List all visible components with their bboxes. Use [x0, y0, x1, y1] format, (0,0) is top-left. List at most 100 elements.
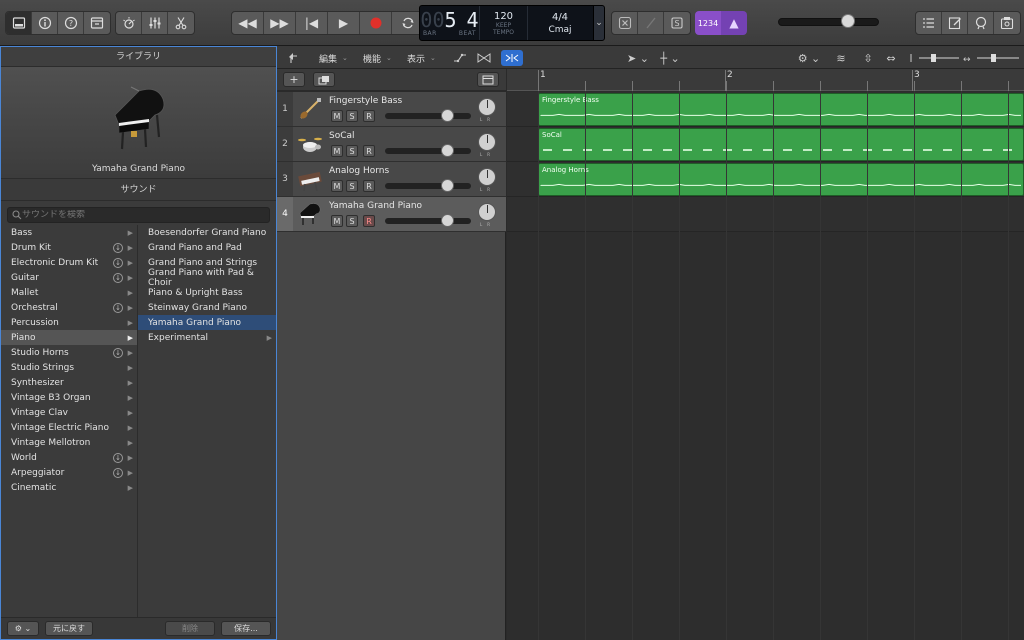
region[interactable]: SoCal [538, 128, 1024, 161]
toolbar-button[interactable] [84, 12, 110, 34]
mute-button[interactable]: M [331, 110, 343, 122]
snap-filter-button[interactable] [501, 50, 523, 66]
tuner-button[interactable] [638, 12, 664, 34]
track-volume-knob[interactable] [441, 214, 454, 227]
category-item[interactable]: Piano ▶ [1, 330, 137, 345]
lcd-display[interactable]: 005 4 BAR BEAT 120 KEEP TEMPO 4/4 Cmaj [419, 5, 604, 41]
category-item[interactable]: Vintage Mellotron ▶ [1, 435, 137, 450]
download-icon[interactable]: ↓ [113, 272, 123, 283]
region[interactable]: Fingerstyle Bass [538, 93, 1024, 126]
patch-item[interactable]: Steinway Grand Piano [138, 300, 276, 315]
region[interactable]: Analog Horns [538, 163, 1024, 196]
category-item[interactable]: Synthesizer ▶ [1, 375, 137, 390]
patch-item[interactable]: Piano & Upright Bass [138, 285, 276, 300]
play-button[interactable]: ▶ [328, 12, 360, 34]
track-pan-knob[interactable] [478, 98, 496, 116]
bar-ruler[interactable]: 1 2 3 [507, 69, 1024, 91]
track-header[interactable]: 4 Yamaha Grand Piano M S R LR [277, 197, 506, 232]
category-item[interactable]: Vintage Electric Piano ▶ [1, 420, 137, 435]
replace-button[interactable] [612, 12, 638, 34]
track-volume-knob[interactable] [441, 179, 454, 192]
category-item[interactable]: Orchestral ↓ ▶ [1, 300, 137, 315]
track-header[interactable]: 2 SoCal M S R LR [277, 127, 506, 162]
save-button[interactable]: 保存... [221, 621, 271, 636]
lcd-mode-dropdown[interactable]: ⌄ [593, 5, 605, 41]
flex-button[interactable] [473, 50, 495, 66]
track-volume-slider[interactable] [385, 214, 471, 227]
duplicate-track-button[interactable] [313, 72, 335, 87]
vertical-fit-button[interactable]: ⇳ [857, 50, 879, 66]
solo-button[interactable]: S [346, 180, 358, 192]
patch-item[interactable]: Grand Piano with Pad & Choir [138, 268, 276, 288]
list-editors-button[interactable] [916, 12, 942, 34]
edit-menu[interactable]: 編集 ⌄ [319, 51, 348, 65]
patch-item[interactable]: Boesendorfer Grand Piano [138, 225, 276, 240]
drum-kit-icon[interactable] [297, 131, 323, 157]
solo-mode-button[interactable]: S [664, 12, 690, 34]
solo-button[interactable]: S [346, 215, 358, 227]
revert-button[interactable]: 元に戻す [45, 621, 93, 636]
vertical-zoom-slider[interactable] [907, 50, 961, 66]
patch-item[interactable]: Grand Piano and Pad [138, 240, 276, 255]
smart-controls-button[interactable] [116, 12, 142, 34]
track-header[interactable]: 1 Fingerstyle Bass M S R LR [277, 92, 506, 127]
settings-menu[interactable]: ⚙ ⌄ [795, 50, 823, 66]
add-track-button[interactable]: + [283, 72, 305, 87]
bass-guitar-icon[interactable] [297, 96, 323, 122]
download-icon[interactable]: ↓ [113, 452, 123, 463]
catch-playhead-button[interactable] [283, 50, 305, 66]
automation-button[interactable] [449, 50, 471, 66]
category-item[interactable]: Mallet ▶ [1, 285, 137, 300]
mute-button[interactable]: M [331, 180, 343, 192]
fast-forward-button[interactable]: ▶▶ [264, 12, 296, 34]
master-volume-slider[interactable] [778, 14, 879, 28]
track-volume-knob[interactable] [441, 144, 454, 157]
track-name[interactable]: Analog Horns [329, 166, 389, 176]
metronome-button[interactable]: ▲ [721, 11, 747, 35]
count-in-button[interactable]: 1234 [695, 11, 721, 35]
category-item[interactable]: Arpeggiator ↓ ▶ [1, 465, 137, 480]
library-button[interactable] [6, 12, 32, 34]
command-click-tool-menu[interactable]: ┼ ⌄ [655, 50, 685, 66]
track-pan-knob[interactable] [478, 203, 496, 221]
record-enable-button[interactable]: R [363, 110, 375, 122]
grand-piano-icon[interactable] [297, 201, 323, 227]
horizontal-zoom-slider[interactable]: ↔ [963, 50, 1021, 66]
download-icon[interactable]: ↓ [113, 257, 123, 268]
category-item[interactable]: World ↓ ▶ [1, 450, 137, 465]
record-enable-button[interactable]: R [363, 215, 375, 227]
library-action-menu[interactable]: ⚙ ⌄ [7, 621, 39, 636]
track-header[interactable]: 3 Analog Horns M S R LR [277, 162, 506, 197]
category-item[interactable]: Guitar ↓ ▶ [1, 270, 137, 285]
functions-menu[interactable]: 機能 ⌄ [363, 51, 392, 65]
download-icon[interactable]: ↓ [113, 467, 123, 478]
patch-item[interactable]: Experimental ▶ [138, 330, 276, 345]
category-item[interactable]: Percussion ▶ [1, 315, 137, 330]
global-tracks-button[interactable] [477, 72, 499, 87]
horizontal-fit-button[interactable]: ⇔ [880, 50, 902, 66]
synth-keyboard-icon[interactable] [297, 166, 323, 192]
delete-button[interactable]: 削除 [165, 621, 215, 636]
waveform-zoom-button[interactable]: ≋ [830, 50, 852, 66]
track-pan-knob[interactable] [478, 133, 496, 151]
go-to-beginning-button[interactable]: |◀ [296, 12, 328, 34]
track-volume-slider[interactable] [385, 144, 471, 157]
solo-button[interactable]: S [346, 110, 358, 122]
mixer-button[interactable] [142, 12, 168, 34]
left-click-tool-menu[interactable]: ➤ ⌄ [623, 50, 653, 66]
browser-button[interactable] [994, 12, 1020, 34]
track-name[interactable]: Fingerstyle Bass [329, 96, 402, 106]
rewind-button[interactable]: ◀◀ [232, 12, 264, 34]
track-name[interactable]: Yamaha Grand Piano [329, 201, 422, 211]
solo-button[interactable]: S [346, 145, 358, 157]
record-enable-button[interactable]: R [363, 180, 375, 192]
download-icon[interactable]: ↓ [113, 242, 123, 253]
category-item[interactable]: Vintage Clav ▶ [1, 405, 137, 420]
track-volume-slider[interactable] [385, 109, 471, 122]
track-name[interactable]: SoCal [329, 131, 355, 141]
category-item[interactable]: Studio Strings ▶ [1, 360, 137, 375]
track-volume-slider[interactable] [385, 179, 471, 192]
lcd-tempo[interactable]: 120 KEEP TEMPO [480, 6, 528, 40]
category-item[interactable]: Electronic Drum Kit ↓ ▶ [1, 255, 137, 270]
category-item[interactable]: Bass ▶ [1, 225, 137, 240]
